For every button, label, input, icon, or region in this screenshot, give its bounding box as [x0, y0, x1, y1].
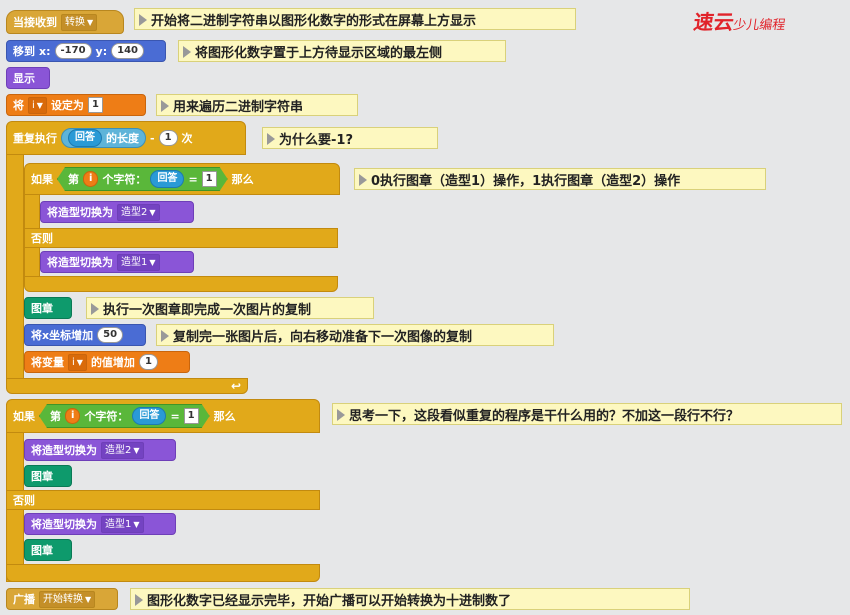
stamp-block[interactable]: 图章	[24, 539, 72, 561]
chevron-down-icon: ▼	[76, 357, 83, 367]
chevron-down-icon: ▼	[85, 594, 92, 604]
minus-value-input[interactable]: 1	[158, 130, 178, 146]
variable-reporter: i	[83, 171, 98, 187]
switch-costume-block[interactable]: 将造型切换为 造型1 ▼	[24, 513, 176, 535]
loop-arrow-icon: ↩	[230, 379, 241, 393]
show-block[interactable]: 显示	[6, 67, 50, 89]
answer-reporter: 回答	[132, 407, 166, 425]
broadcast-block[interactable]: 广播 开始转换 ▼	[6, 588, 118, 610]
costume-dropdown[interactable]: 造型1 ▼	[101, 515, 144, 533]
variable-dropdown[interactable]: i ▼	[28, 96, 47, 114]
brand-watermark: 速云少儿编程	[692, 10, 787, 34]
comment-note[interactable]: 执行一次图章即完成一次图片的复制	[86, 297, 374, 319]
variable-reporter: i	[65, 408, 80, 424]
costume-dropdown[interactable]: 造型2 ▼	[101, 441, 144, 459]
if-bottom-2	[6, 564, 320, 582]
repeat-bottom: ↩	[6, 378, 248, 394]
repeat-arm	[6, 154, 24, 380]
change-x-value-input[interactable]: 50	[97, 327, 124, 343]
compare-value-input[interactable]: 1	[202, 171, 217, 187]
answer-reporter: 回答	[150, 170, 184, 188]
comment-note[interactable]: 复制完一张图片后，向右移动准备下一次图像的复制	[156, 324, 554, 346]
comment-note[interactable]: 开始将二进制字符串以图形化数字的形式在屏幕上方显示	[134, 8, 576, 30]
length-reporter: 回答 的长度	[61, 128, 146, 148]
equals-condition: 第 i 个字符： 回答 = 1	[57, 167, 228, 191]
chevron-down-icon: ▼	[87, 17, 94, 27]
when-i-receive-block[interactable]: 当接收到 转换 ▼	[6, 10, 124, 34]
set-variable-block[interactable]: 将 i ▼ 设定为 1	[6, 94, 146, 116]
change-variable-block[interactable]: 将变量 i ▼ 的值增加 1	[24, 351, 190, 373]
stamp-block[interactable]: 图章	[24, 297, 72, 319]
chevron-down-icon: ▼	[133, 519, 140, 529]
chevron-down-icon: ▼	[36, 100, 43, 110]
comment-note[interactable]: 为什么要-1?	[262, 127, 438, 149]
message-dropdown[interactable]: 转换 ▼	[61, 13, 98, 31]
chevron-down-icon: ▼	[133, 445, 140, 455]
stamp-block[interactable]: 图章	[24, 465, 72, 487]
switch-costume-block[interactable]: 将造型切换为 造型1 ▼	[40, 251, 194, 273]
if-bottom-1	[24, 276, 338, 292]
chevron-down-icon: ▼	[149, 257, 156, 267]
broadcast-message-dropdown[interactable]: 开始转换 ▼	[39, 590, 96, 608]
costume-dropdown[interactable]: 造型1 ▼	[117, 253, 160, 271]
if-block-2[interactable]: 如果 第 i 个字符： 回答 = 1 那么	[6, 399, 320, 433]
comment-note[interactable]: 用来遍历二进制字符串	[156, 94, 358, 116]
comment-note[interactable]: 图形化数字已经显示完毕，开始广播可以开始转换为十进制数了	[130, 588, 690, 610]
compare-value-input[interactable]: 1	[184, 408, 199, 424]
set-value-input[interactable]: 1	[87, 97, 103, 113]
else-block-2: 否则	[6, 490, 320, 510]
else-block-1: 否则	[24, 228, 338, 248]
equals-condition: 第 i 个字符： 回答 = 1	[39, 404, 210, 428]
comment-note[interactable]: 思考一下，这段看似重复的程序是干什么用的？不加这一段行不行？	[332, 403, 842, 425]
goto-xy-block[interactable]: 移到 x: -170 y: 140	[6, 40, 166, 62]
chevron-down-icon: ▼	[149, 207, 156, 217]
change-var-value-input[interactable]: 1	[138, 354, 158, 370]
switch-costume-block[interactable]: 将造型切换为 造型2 ▼	[40, 201, 194, 223]
y-value-input[interactable]: 140	[111, 43, 144, 59]
comment-note[interactable]: 将图形化数字置于上方待显示区域的最左侧	[178, 40, 506, 62]
if-block-1[interactable]: 如果 第 i 个字符： 回答 = 1 那么	[24, 163, 340, 195]
variable-dropdown[interactable]: i ▼	[68, 353, 87, 371]
switch-costume-block[interactable]: 将造型切换为 造型2 ▼	[24, 439, 176, 461]
change-x-block[interactable]: 将x坐标增加 50	[24, 324, 146, 346]
repeat-block[interactable]: 重复执行 回答 的长度 - 1 次	[6, 121, 246, 155]
costume-dropdown[interactable]: 造型2 ▼	[117, 203, 160, 221]
x-value-input[interactable]: -170	[54, 43, 92, 59]
comment-note[interactable]: 0执行图章（造型1）操作，1执行图章（造型2）操作	[354, 168, 766, 190]
answer-reporter: 回答	[68, 129, 102, 147]
